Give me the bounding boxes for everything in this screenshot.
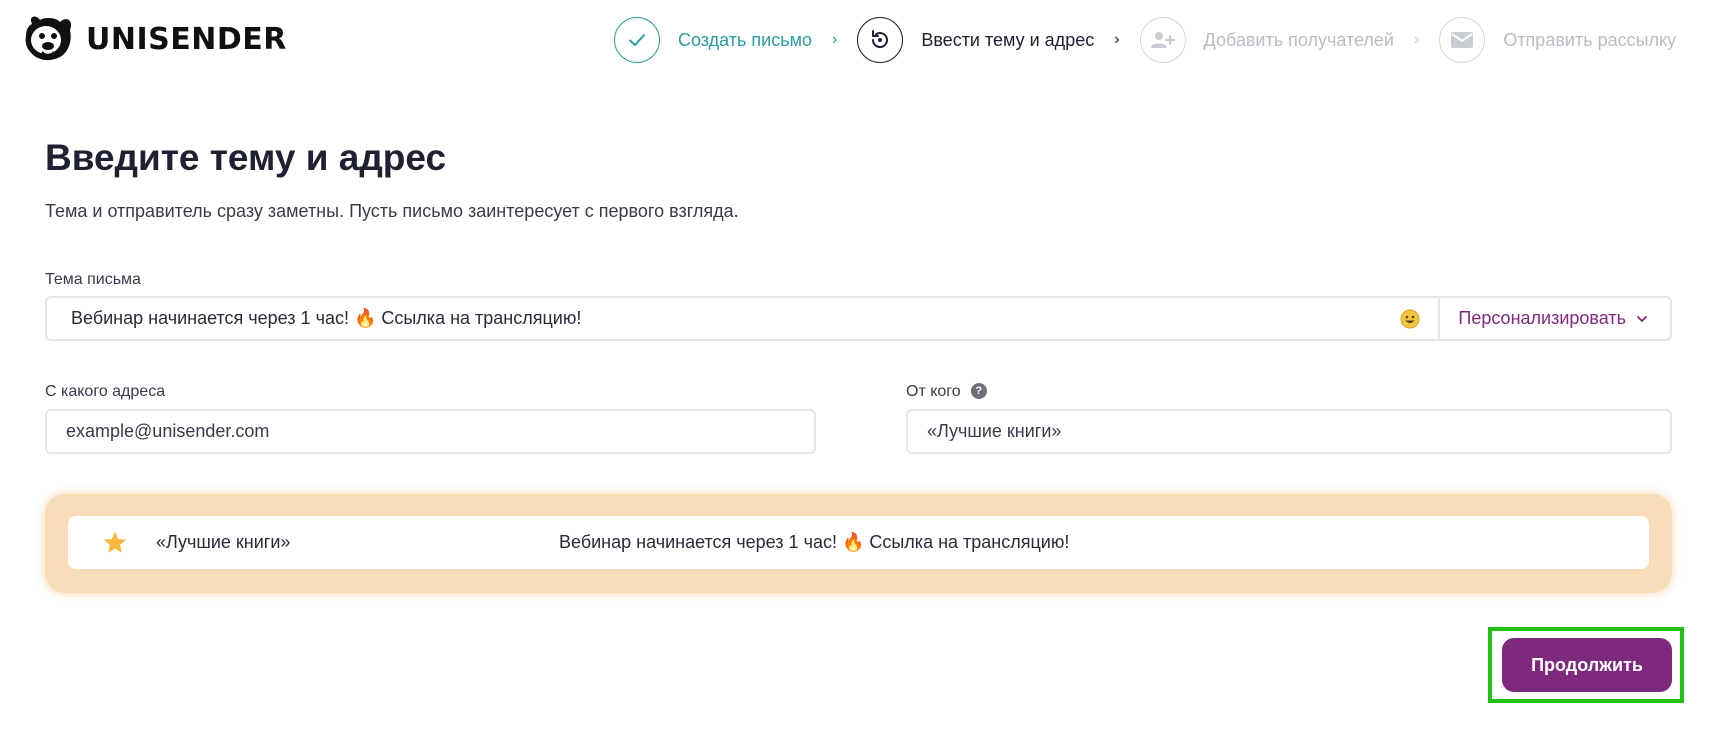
star-icon: [103, 531, 127, 553]
envelope-icon: [1439, 17, 1486, 63]
subject-label: Тема письма: [45, 271, 141, 288]
add-users-icon: [1139, 17, 1186, 63]
step-add-recipients[interactable]: Добавить получателей: [1139, 17, 1394, 63]
help-icon[interactable]: ?: [970, 382, 987, 399]
chevron-right-icon: ›: [831, 31, 838, 48]
step-label: Создать письмо: [678, 29, 812, 50]
preview-card: «Лучшие книги» Вебинар начинается через …: [68, 516, 1649, 569]
step-label: Добавить получателей: [1203, 29, 1394, 50]
from-name-label-wrap: От кого?: [906, 382, 987, 401]
logo[interactable]: UNISENDER: [22, 14, 287, 64]
inbox-preview: «Лучшие книги» Вебинар начинается через …: [45, 494, 1672, 593]
step-label: Отправить рассылку: [1503, 29, 1677, 50]
progress-stepper: Создать письмо › Ввести тему и адрес › Д…: [614, 17, 1676, 63]
dog-logo-icon: [25, 16, 72, 61]
subject-input[interactable]: Вебинар начинается через 1 час! 🔥 Ссылка…: [47, 308, 1392, 329]
from-address-label: С какого адреса: [45, 383, 166, 400]
step-send-campaign[interactable]: Отправить рассылку: [1439, 17, 1676, 63]
brand-name: UNISENDER: [86, 21, 287, 57]
page-title: Введите тему и адрес: [45, 137, 447, 178]
personalize-label: Персонализировать: [1458, 308, 1626, 328]
check-icon: [614, 17, 660, 63]
from-name-label: От кого: [906, 383, 961, 400]
preview-sender: «Лучшие книги»: [156, 532, 291, 552]
chevron-right-icon: ›: [1114, 31, 1120, 48]
refresh-icon: [857, 17, 904, 63]
from-name-value: «Лучшие книги»: [927, 421, 1062, 441]
chevron-right-icon: ›: [1413, 31, 1420, 48]
step-subject-address[interactable]: Ввести тему и адрес: [857, 17, 1094, 63]
page-subtitle: Тема и отправитель сразу заметны. Пусть …: [45, 201, 739, 221]
continue-button[interactable]: Продолжить: [1502, 638, 1672, 692]
from-address-value: example@unisender.com: [66, 421, 270, 441]
emoji-picker-icon[interactable]: [1392, 309, 1428, 329]
preview-subject: Вебинар начинается через 1 час! 🔥 Ссылка…: [559, 532, 1070, 552]
from-name-input[interactable]: «Лучшие книги»: [906, 409, 1672, 454]
step-create-letter[interactable]: Создать письмо: [614, 17, 812, 63]
step-label: Ввести тему и адрес: [921, 29, 1095, 50]
subject-field[interactable]: Вебинар начинается через 1 час! 🔥 Ссылка…: [45, 296, 1672, 341]
chevron-down-icon: [1637, 315, 1647, 322]
personalize-dropdown[interactable]: Персонализировать: [1438, 298, 1670, 339]
from-address-input[interactable]: example@unisender.com: [45, 409, 816, 454]
